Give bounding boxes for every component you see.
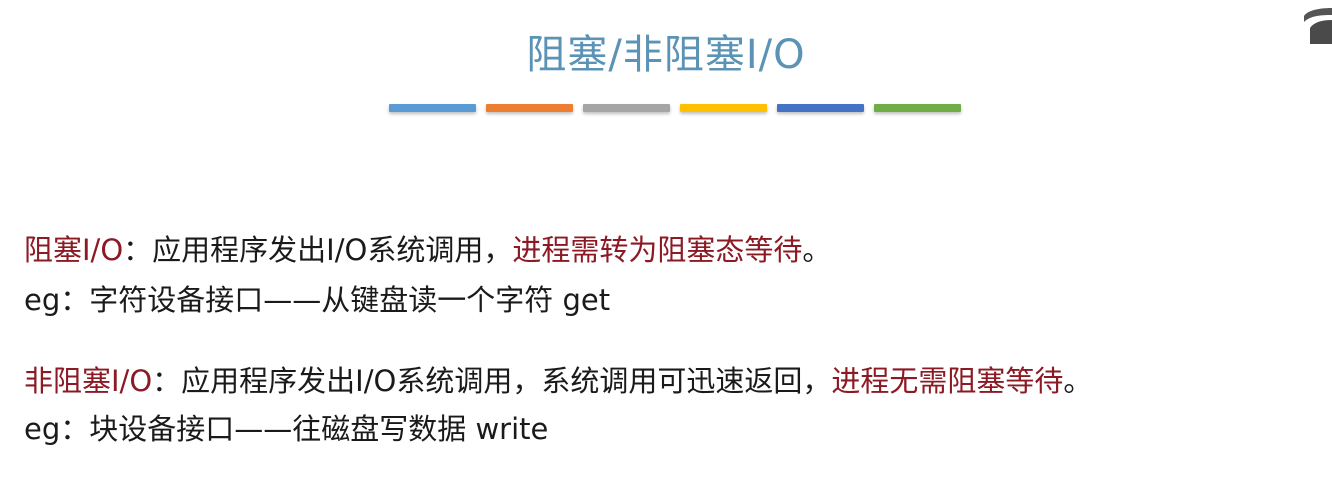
blocking-example: eg：字符设备接口——从键盘读一个字符 get — [24, 283, 611, 317]
color-bar — [389, 104, 476, 112]
blocking-end: 。 — [802, 233, 832, 267]
blocking-definition: 阻塞I/O：应用程序发出I/O系统调用，进程需转为阻塞态等待。 — [24, 227, 831, 269]
nonblocking-text: 应用程序发出I/O系统调用，系统调用可迅速返回， — [181, 364, 832, 398]
color-bar — [680, 104, 767, 112]
color-bar — [874, 104, 961, 112]
blocking-label: 阻塞I/O — [24, 233, 124, 267]
nonblocking-sep: ： — [152, 364, 182, 398]
nonblocking-definition: 非阻塞I/O：应用程序发出I/O系统调用，系统调用可迅速返回，进程无需阻塞等待。 — [24, 358, 1092, 400]
color-bar-strip — [389, 104, 961, 112]
color-bar — [486, 104, 573, 112]
blocking-text: 应用程序发出I/O系统调用， — [152, 233, 513, 267]
nonblocking-example: eg：块设备接口——往磁盘写数据 write — [24, 412, 549, 446]
slide-title: 阻塞/非阻塞I/O — [526, 32, 806, 78]
color-bar — [777, 104, 864, 112]
blocking-emphasis: 进程需转为阻塞态等待 — [512, 233, 803, 267]
nonblocking-label: 非阻塞I/O — [24, 364, 153, 398]
corner-logo-icon — [1304, 8, 1332, 44]
nonblocking-end: 。 — [1063, 364, 1093, 398]
blocking-sep: ： — [123, 233, 153, 267]
nonblocking-emphasis: 进程无需阻塞等待 — [831, 364, 1064, 398]
color-bar — [583, 104, 670, 112]
